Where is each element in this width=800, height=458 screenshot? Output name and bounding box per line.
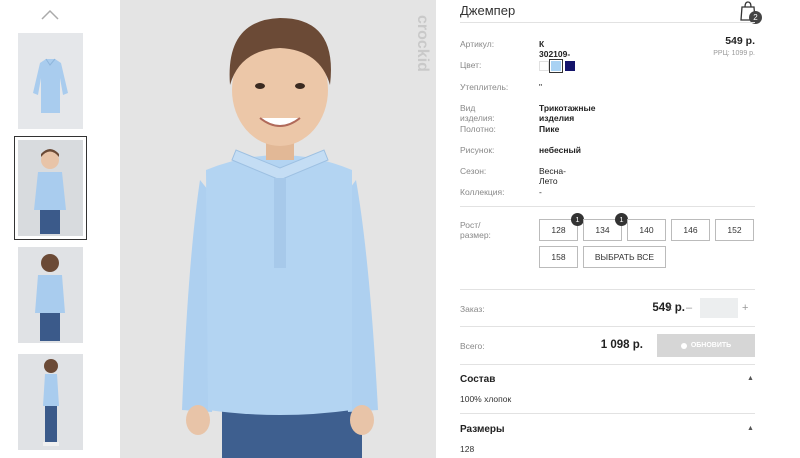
color-swatch-light-blue[interactable]	[549, 59, 563, 73]
spec-label: Рисунок:	[460, 145, 495, 155]
color-swatch-white[interactable]	[539, 61, 549, 71]
spec-value: -	[539, 187, 542, 197]
spec-value: Пике	[539, 124, 560, 134]
shirt-image	[33, 58, 68, 113]
boy-photo-image: crockid	[120, 0, 436, 458]
total-label: Всего:	[460, 341, 485, 351]
sizes-section-text: 128	[460, 444, 475, 454]
brand-logo: crockid	[414, 15, 431, 72]
cart-button[interactable]: 2	[738, 0, 762, 24]
total-price: 1 098 р.	[600, 339, 643, 351]
boy-back-image	[35, 254, 65, 341]
thumbnail-2[interactable]	[14, 136, 87, 240]
main-product-photo: crockid	[120, 0, 436, 458]
spec-label: Артикул:	[460, 39, 495, 49]
size-value: 128	[551, 225, 566, 235]
size-value: 140	[639, 225, 654, 235]
product-panel: Джемпер 2 549 р. РРЦ: 1099 р. Артикул: К…	[460, 0, 762, 458]
update-icon	[680, 342, 687, 349]
collapse-arrow-icon[interactable]: ▲	[747, 425, 754, 432]
quantity-input[interactable]	[700, 298, 738, 318]
size-button-140[interactable]: 140	[627, 219, 666, 241]
decrease-quantity-button[interactable]: –	[686, 302, 692, 314]
divider	[460, 326, 755, 327]
spec-label: Коллекция:	[460, 187, 505, 197]
divider	[460, 413, 755, 414]
collapse-arrow-icon[interactable]: ▲	[747, 375, 754, 382]
spec-label: Полотно:	[460, 124, 496, 134]
size-button-152[interactable]: 152	[715, 219, 754, 241]
size-value: 134	[595, 225, 610, 235]
spec-label: Вид изделия:	[460, 103, 495, 123]
size-button-158[interactable]: 158	[539, 246, 578, 268]
color-swatch-navy[interactable]	[565, 61, 575, 71]
thumbnail-3[interactable]	[18, 247, 83, 343]
select-all-label: ВЫБРАТЬ ВСЕ	[594, 252, 655, 262]
size-value: 152	[727, 225, 742, 235]
spec-value: "	[539, 82, 543, 92]
size-button-146[interactable]: 146	[671, 219, 710, 241]
thumbnail-1[interactable]	[18, 33, 83, 129]
size-button-128[interactable]: 128 1	[539, 213, 584, 241]
spec-value: небесный	[539, 145, 581, 155]
thumbnail-strip	[0, 0, 100, 458]
sizes-section-title[interactable]: Размеры	[460, 424, 505, 435]
divider	[460, 289, 755, 290]
boy-side-image	[43, 359, 59, 446]
divider	[460, 364, 755, 365]
thumbnail-4[interactable]	[18, 354, 83, 450]
composition-title[interactable]: Состав	[460, 374, 495, 385]
size-button-134[interactable]: 134 1	[583, 213, 628, 241]
order-label: Заказ:	[460, 304, 485, 314]
order-price: 549 р.	[652, 302, 685, 314]
spec-value: Трикотажные изделия	[539, 103, 596, 123]
product-price: 549 р.	[725, 35, 755, 47]
update-label: ОБНОВИТЬ	[690, 342, 732, 349]
divider	[460, 206, 755, 207]
spec-label: Сезон:	[460, 166, 487, 176]
divider	[460, 22, 755, 23]
boy-front-image	[34, 149, 66, 234]
product-title: Джемпер	[460, 3, 516, 18]
spec-value: Весна-Лето	[539, 166, 566, 186]
select-all-button[interactable]: ВЫБРАТЬ ВСЕ	[583, 246, 666, 268]
size-value: 146	[683, 225, 698, 235]
recommended-price: РРЦ: 1099 р.	[713, 50, 755, 57]
composition-text: 100% хлопок	[460, 394, 512, 404]
size-label: Рост/размер:	[460, 220, 491, 240]
update-button[interactable]: ОБНОВИТЬ	[657, 334, 755, 357]
increase-quantity-button[interactable]: +	[742, 302, 748, 314]
spec-label: Цвет:	[460, 60, 482, 70]
size-value: 158	[551, 252, 566, 262]
chevron-up-icon[interactable]	[40, 8, 60, 22]
spec-label: Утеплитель:	[460, 82, 509, 92]
multiply-sign: ×	[666, 302, 673, 314]
